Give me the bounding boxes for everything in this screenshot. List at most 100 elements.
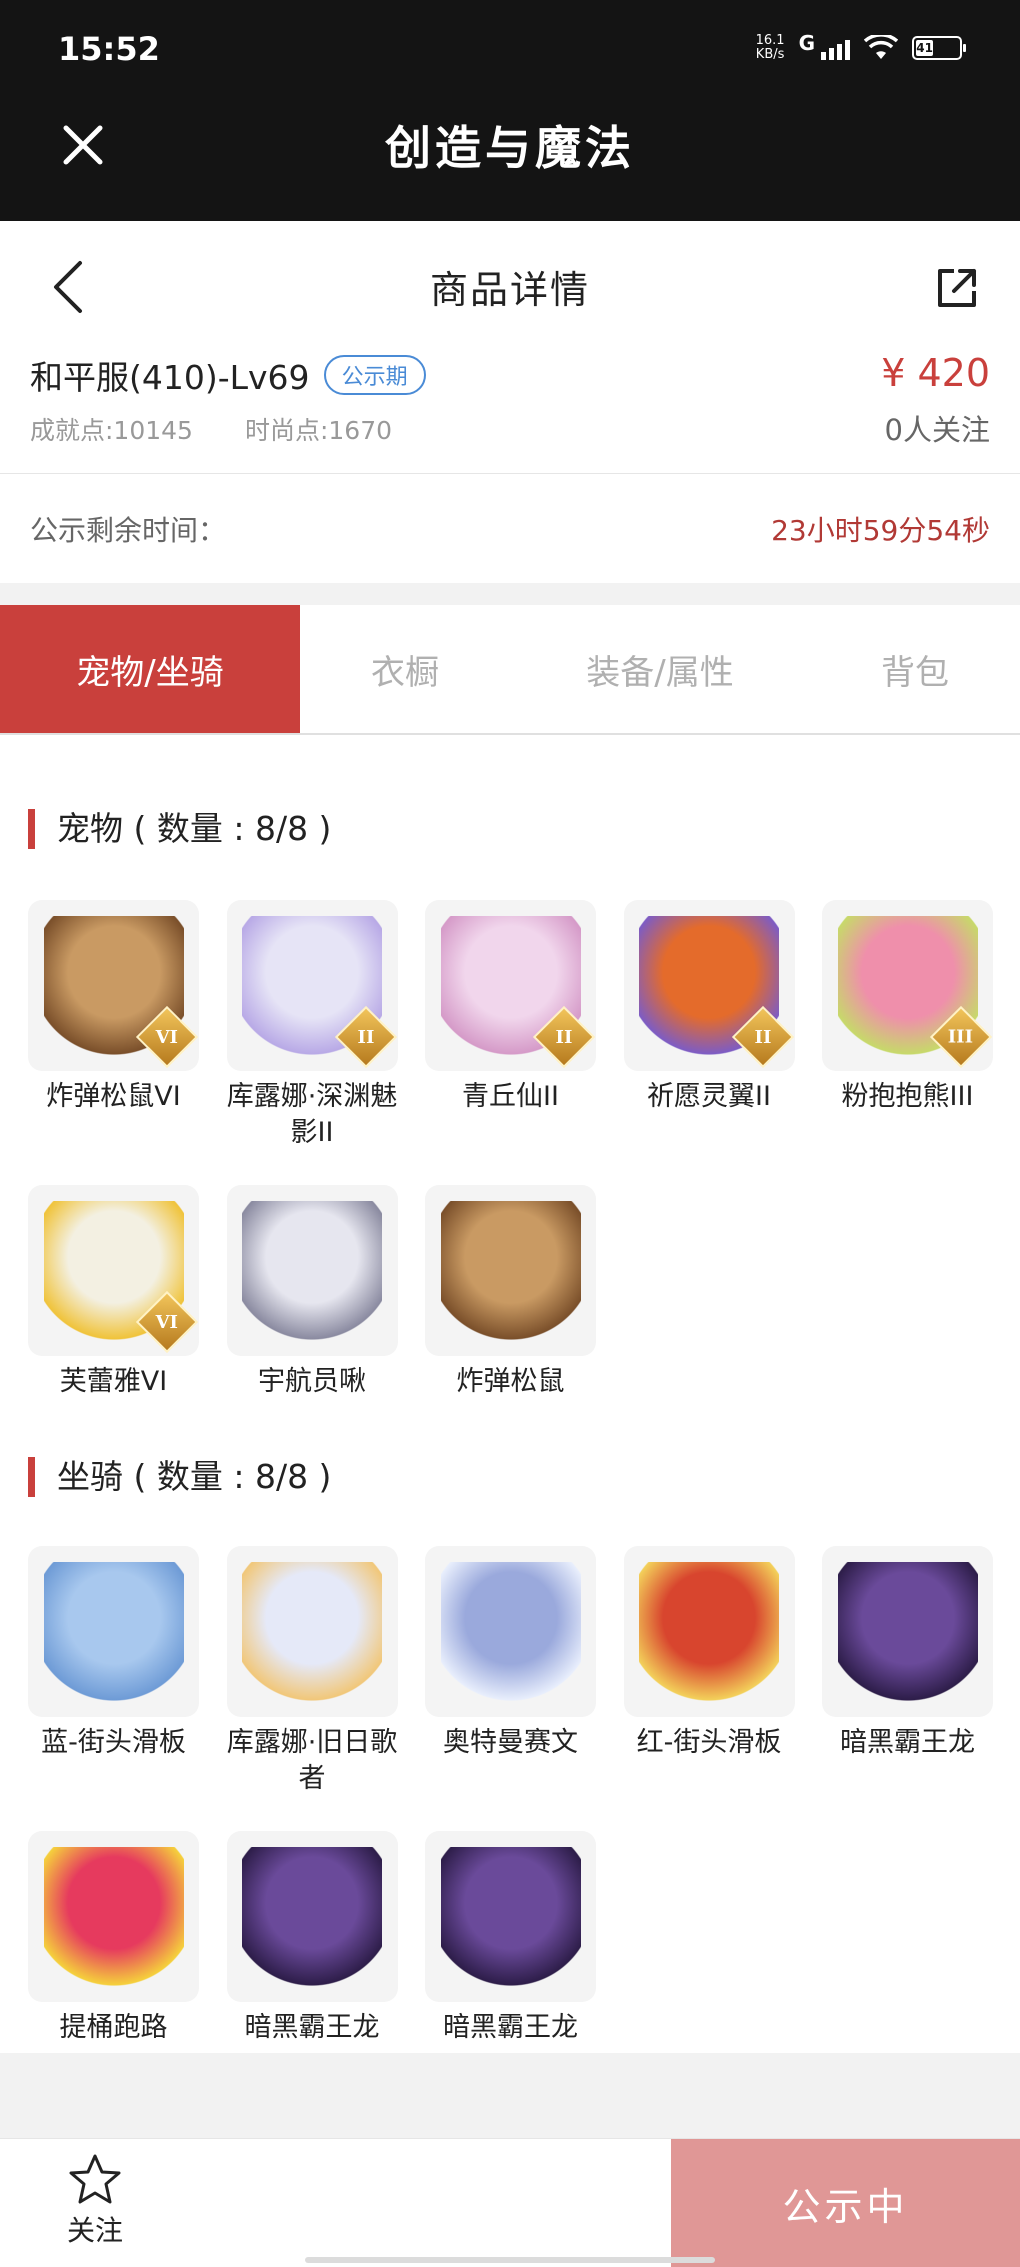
app-header: 15:52 16.1 KB/s G 41 创造与魔法 bbox=[0, 0, 1020, 221]
rank-label: III bbox=[948, 1026, 974, 1048]
pet-name: 粉抱抱熊III bbox=[841, 1081, 974, 1112]
pets-grid: VI 炸弹松鼠VI II 库露娜·深渊魅影II II 青丘仙II II 祈愿灵翼II III 粉抱… bbox=[28, 900, 998, 1400]
pet-name: 祈愿灵翼II bbox=[647, 1081, 771, 1112]
mount-item[interactable]: 提桶跑路 bbox=[28, 1831, 199, 2046]
follow-label: 关注 bbox=[66, 2214, 123, 2247]
net-speed: 16.1 KB/s bbox=[756, 34, 785, 62]
mount-thumbnail bbox=[822, 1546, 993, 1717]
status-badge: 公示期 bbox=[323, 355, 426, 395]
divider bbox=[0, 473, 1020, 474]
rank-label: II bbox=[754, 1026, 771, 1048]
pet-thumbnail: II bbox=[425, 900, 596, 1071]
mount-image bbox=[242, 1846, 382, 1987]
mount-image bbox=[440, 1561, 581, 1702]
mount-image bbox=[440, 1846, 581, 1987]
mount-name: 奥特曼赛文 bbox=[443, 1727, 578, 1758]
mount-item[interactable]: 库露娜·旧日歌者 bbox=[226, 1546, 398, 1797]
mount-item[interactable]: 红-街头滑板 bbox=[623, 1546, 795, 1797]
share-button[interactable] bbox=[932, 263, 982, 313]
mount-name: 蓝-街头滑板 bbox=[41, 1727, 186, 1758]
pet-item[interactable]: 炸弹松鼠 bbox=[425, 1185, 596, 1400]
countdown-value: 23小时59分54秒 bbox=[771, 514, 990, 547]
tab-backpack[interactable]: 背包 bbox=[810, 605, 1020, 733]
mount-name: 库露娜·旧日歌者 bbox=[226, 1727, 398, 1794]
rank-label: VI bbox=[155, 1026, 179, 1048]
tab-pets-mounts[interactable]: 宠物/坐骑 bbox=[0, 605, 300, 733]
mount-name: 提桶跑路 bbox=[59, 2012, 168, 2043]
battery-icon: 41 bbox=[912, 36, 966, 60]
pet-name: 青丘仙II bbox=[462, 1081, 559, 1112]
mounts-section-title: 坐骑 ( 数量 : 8/8 ) bbox=[28, 1457, 331, 1497]
pet-item[interactable]: II 青丘仙II bbox=[425, 900, 596, 1151]
pet-item[interactable]: II 库露娜·深渊魅影II bbox=[226, 900, 398, 1151]
pet-name: 库露娜·深渊魅影II bbox=[226, 1081, 398, 1148]
achievement-points: 成就点:10145 bbox=[30, 416, 193, 445]
tab-wardrobe[interactable]: 衣橱 bbox=[300, 605, 510, 733]
fashion-points: 时尚点:1670 bbox=[244, 416, 392, 445]
mount-thumbnail bbox=[28, 1546, 199, 1717]
countdown-label: 公示剩余时间： bbox=[30, 514, 227, 547]
signal-icon bbox=[821, 36, 850, 60]
tab-equipment[interactable]: 装备/属性 bbox=[510, 605, 810, 733]
mount-thumbnail bbox=[425, 1831, 596, 2002]
rank-label: VI bbox=[155, 1311, 179, 1333]
item-name: 和平服(410)-Lv69 公示期 bbox=[30, 351, 426, 399]
pet-item[interactable]: VI 芙蕾雅VI bbox=[28, 1185, 199, 1400]
tab-bar: 宠物/坐骑 衣橱 装备/属性 背包 bbox=[0, 605, 1020, 735]
nav-bar: 商品详情 bbox=[0, 221, 1020, 351]
wifi-icon bbox=[864, 35, 898, 59]
bottom-bar: 关注 公示中 bbox=[0, 2138, 1020, 2267]
mount-image bbox=[43, 1846, 184, 1987]
pets-section-title: 宠物 ( 数量 : 8/8 ) bbox=[28, 809, 331, 849]
pet-item[interactable]: III 粉抱抱熊III bbox=[822, 900, 993, 1151]
mount-image bbox=[43, 1561, 184, 1702]
follow-button[interactable]: 关注 bbox=[40, 2153, 150, 2249]
publicity-button[interactable]: 公示中 bbox=[671, 2139, 1020, 2267]
mount-name: 暗黑霸王龙 bbox=[244, 2012, 380, 2043]
mounts-grid: 蓝-街头滑板 库露娜·旧日歌者 奥特曼赛文 红-街头滑板 暗黑霸王龙 提桶跑路 暗黑霸王龙暗… bbox=[28, 1546, 998, 2046]
mount-image bbox=[242, 1561, 382, 1702]
price: ¥ 420 bbox=[881, 351, 990, 395]
mount-item[interactable]: 奥特曼赛文 bbox=[425, 1546, 596, 1797]
pet-image bbox=[440, 1200, 581, 1341]
pet-thumbnail: III bbox=[822, 900, 993, 1071]
net-speed-value: 16.1 bbox=[755, 33, 785, 48]
mount-thumbnail bbox=[425, 1546, 596, 1717]
pet-name: 炸弹松鼠VI bbox=[46, 1081, 181, 1112]
mount-thumbnail bbox=[623, 1546, 795, 1717]
pet-thumbnail bbox=[226, 1185, 398, 1356]
mount-item[interactable]: 暗黑霸王龙 bbox=[425, 1831, 596, 2046]
pet-item[interactable]: II 祈愿灵翼II bbox=[623, 900, 795, 1151]
mount-thumbnail bbox=[226, 1831, 398, 2002]
item-stats: 成就点:10145 时尚点:1670 bbox=[30, 411, 392, 447]
mount-thumbnail bbox=[226, 1546, 398, 1717]
net-speed-unit: KB/s bbox=[755, 47, 785, 62]
pet-name: 宇航员啾 bbox=[258, 1366, 366, 1397]
mount-thumbnail bbox=[28, 1831, 199, 2002]
pet-thumbnail: VI bbox=[28, 900, 199, 1071]
pet-item[interactable]: VI 炸弹松鼠VI bbox=[28, 900, 199, 1151]
mount-name: 红-街头滑板 bbox=[636, 1727, 782, 1758]
pet-thumbnail bbox=[425, 1185, 596, 1356]
mount-image bbox=[837, 1561, 978, 1702]
mount-item[interactable]: 暗黑霸王龙 bbox=[226, 1831, 398, 2046]
status-time: 15:52 bbox=[58, 30, 160, 68]
mount-image bbox=[639, 1561, 779, 1702]
follower-count: 0人关注 bbox=[884, 413, 990, 447]
pet-thumbnail: II bbox=[226, 900, 398, 1071]
star-icon bbox=[69, 2154, 121, 2204]
app-title: 创造与魔法 bbox=[385, 121, 635, 175]
mount-item[interactable]: 蓝-街头滑板 bbox=[28, 1546, 199, 1797]
item-name-text: 和平服(410)-Lv69 bbox=[30, 358, 310, 397]
rank-label: II bbox=[357, 1026, 374, 1048]
pet-image bbox=[242, 1200, 382, 1341]
page-title: 商品详情 bbox=[429, 268, 590, 312]
share-icon bbox=[938, 269, 976, 307]
mount-name: 暗黑霸王龙 bbox=[840, 1727, 975, 1758]
rank-label: II bbox=[555, 1026, 573, 1048]
mount-item[interactable]: 暗黑霸王龙 bbox=[822, 1546, 993, 1797]
battery-level: 41 bbox=[916, 40, 934, 56]
mount-name: 暗黑霸王龙 bbox=[443, 2012, 578, 2043]
pet-thumbnail: II bbox=[623, 900, 795, 1071]
pet-item[interactable]: 宇航员啾 bbox=[226, 1185, 398, 1400]
